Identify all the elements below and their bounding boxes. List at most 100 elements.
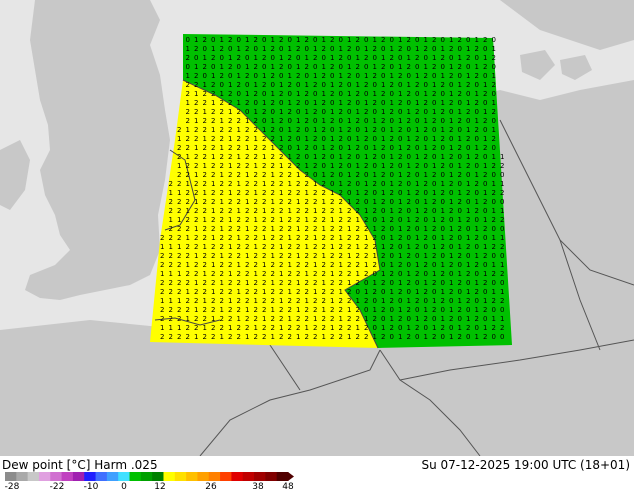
value-label: 2 [296, 243, 300, 251]
value-label: 0 [381, 207, 385, 215]
value-label: 0 [458, 207, 462, 215]
value-label: 2 [245, 153, 249, 161]
value-label: 2 [356, 198, 360, 206]
value-label: 1 [347, 90, 351, 98]
value-label: 2 [262, 297, 266, 305]
value-label: 1 [271, 117, 275, 125]
value-label: 2 [466, 54, 470, 62]
value-label: 1 [296, 252, 300, 260]
value-label: 2 [203, 306, 207, 314]
value-label: 0 [441, 117, 445, 125]
value-label: 2 [373, 207, 377, 215]
value-label: 2 [228, 279, 232, 287]
value-label: 2 [339, 189, 343, 197]
value-label: 2 [160, 252, 164, 260]
map-area[interactable]: 2122122122122122122122122122122122122122… [0, 0, 634, 457]
value-label: 1 [475, 306, 479, 314]
value-label: 2 [211, 135, 215, 143]
value-label: 2 [177, 180, 181, 188]
value-label: 1 [245, 36, 249, 44]
value-label: 0 [339, 117, 343, 125]
value-label: 1 [475, 63, 479, 71]
value-label: 1 [500, 180, 504, 188]
value-label: 2 [313, 216, 317, 224]
value-label: 2 [313, 252, 317, 260]
value-label: 0 [415, 198, 419, 206]
value-label: 1 [398, 171, 402, 179]
value-label: 2 [356, 234, 360, 242]
value-label: 0 [449, 270, 453, 278]
value-label: 1 [186, 288, 190, 296]
value-label: 2 [211, 333, 215, 341]
value-label: 1 [237, 99, 241, 107]
value-label: 0 [492, 306, 496, 314]
value-label: 2 [415, 162, 419, 170]
value-label: 2 [279, 252, 283, 260]
value-label: 1 [296, 36, 300, 44]
value-label: 0 [313, 144, 317, 152]
value-label: 2 [169, 261, 173, 269]
value-label: 2 [271, 153, 275, 161]
value-label: 0 [492, 333, 496, 341]
value-label: 1 [245, 225, 249, 233]
value-label: 0 [424, 54, 428, 62]
value-label: 2 [407, 225, 411, 233]
value-label: 0 [415, 90, 419, 98]
colorbar-arrow [288, 472, 294, 481]
value-label: 2 [279, 198, 283, 206]
value-label: 1 [160, 243, 164, 251]
value-label: 2 [305, 144, 309, 152]
value-label: 1 [339, 288, 343, 296]
value-label: 1 [279, 108, 283, 116]
value-label: 0 [441, 306, 445, 314]
value-label: 2 [288, 54, 292, 62]
value-label: 2 [500, 162, 504, 170]
value-label: 2 [407, 171, 411, 179]
value-label: 1 [211, 99, 215, 107]
value-label: 0 [262, 117, 266, 125]
value-label: 2 [466, 324, 470, 332]
colorbar-tick-label: 26 [205, 482, 217, 490]
value-label: 1 [415, 72, 419, 80]
value-label: 2 [211, 108, 215, 116]
value-label: 0 [322, 108, 326, 116]
value-label: 1 [432, 54, 436, 62]
value-label: 1 [313, 180, 317, 188]
value-label: 2 [432, 198, 436, 206]
value-label: 2 [347, 315, 351, 323]
value-label: 1 [160, 270, 164, 278]
value-label: 2 [194, 99, 198, 107]
value-label: 0 [500, 171, 504, 179]
value-label: 2 [296, 297, 300, 305]
value-label: 2 [169, 198, 173, 206]
value-label: 0 [186, 36, 190, 44]
value-label: 2 [407, 252, 411, 260]
value-label: 1 [458, 270, 462, 278]
color-swatch [265, 472, 278, 481]
value-label: 1 [262, 315, 266, 323]
value-label: 1 [279, 324, 283, 332]
value-label: 2 [211, 189, 215, 197]
value-label: 1 [211, 234, 215, 242]
value-label: 0 [347, 135, 351, 143]
value-label: 1 [381, 81, 385, 89]
value-label: 2 [492, 297, 496, 305]
value-label: 2 [220, 324, 224, 332]
value-label: 0 [483, 180, 487, 188]
value-label: 2 [373, 315, 377, 323]
value-label: 0 [424, 243, 428, 251]
value-label: 2 [313, 189, 317, 197]
value-label: 2 [347, 153, 351, 161]
value-label: 2 [262, 81, 266, 89]
value-label: 2 [449, 315, 453, 323]
value-label: 2 [203, 171, 207, 179]
value-label: 2 [441, 270, 445, 278]
value-label: 2 [220, 135, 224, 143]
value-label: 2 [347, 72, 351, 80]
value-label: 1 [339, 99, 343, 107]
value-label: 2 [228, 288, 232, 296]
value-label: 0 [424, 162, 428, 170]
value-label: 1 [245, 333, 249, 341]
value-label: 0 [500, 279, 504, 287]
value-label: 0 [254, 99, 258, 107]
